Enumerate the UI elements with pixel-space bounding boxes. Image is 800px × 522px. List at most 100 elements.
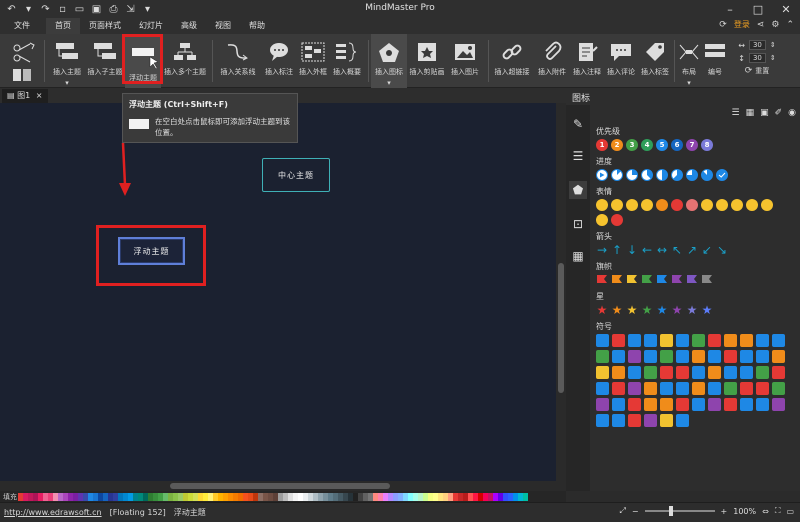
symbol-icon[interactable] bbox=[724, 382, 737, 395]
flag-icon[interactable] bbox=[611, 274, 623, 286]
fit-width-icon[interactable]: ⇔ bbox=[762, 507, 769, 516]
task-icon[interactable]: ⊡ bbox=[569, 215, 587, 233]
symbol-icon[interactable] bbox=[612, 366, 625, 379]
symbol-icon[interactable] bbox=[772, 334, 785, 347]
symbol-icon[interactable] bbox=[628, 334, 641, 347]
symbol-icon[interactable] bbox=[612, 398, 625, 411]
symbol-icon[interactable] bbox=[660, 382, 673, 395]
list-view-icon[interactable]: ☰ bbox=[731, 108, 739, 118]
symbol-icon[interactable] bbox=[740, 366, 753, 379]
progress-8-icon[interactable] bbox=[716, 169, 728, 181]
expression-icon[interactable] bbox=[701, 199, 713, 211]
priority-5-icon[interactable]: 5 bbox=[656, 139, 668, 151]
symbol-icon[interactable] bbox=[692, 334, 705, 347]
star-icon[interactable]: ★ bbox=[641, 303, 653, 317]
priority-6-icon[interactable]: 6 bbox=[671, 139, 683, 151]
star-icon[interactable]: ★ bbox=[656, 303, 668, 317]
symbol-icon[interactable] bbox=[756, 382, 769, 395]
symbol-icon[interactable] bbox=[660, 398, 673, 411]
arrow-icon[interactable]: ↙ bbox=[701, 243, 713, 257]
flag-icon[interactable] bbox=[671, 274, 683, 286]
symbol-icon[interactable] bbox=[692, 398, 705, 411]
symbol-icon[interactable] bbox=[628, 350, 641, 363]
star-icon[interactable]: ★ bbox=[701, 303, 713, 317]
zoom-slider-knob[interactable] bbox=[668, 506, 673, 516]
page-view-icon[interactable]: ▭ bbox=[786, 507, 794, 516]
progress-2-icon[interactable] bbox=[626, 169, 638, 181]
eye-icon[interactable]: ◉ bbox=[788, 108, 796, 118]
symbol-icon[interactable] bbox=[628, 398, 641, 411]
symbol-icon[interactable] bbox=[676, 366, 689, 379]
expression-icon[interactable] bbox=[761, 199, 773, 211]
symbol-icon[interactable] bbox=[756, 398, 769, 411]
symbol-icon[interactable] bbox=[692, 350, 705, 363]
flag-icon[interactable] bbox=[596, 274, 608, 286]
priority-1-icon[interactable]: 1 bbox=[596, 139, 608, 151]
symbol-icon[interactable] bbox=[612, 334, 625, 347]
symbol-icon[interactable] bbox=[644, 366, 657, 379]
symbol-icon[interactable] bbox=[676, 382, 689, 395]
expression-icon[interactable] bbox=[716, 199, 728, 211]
symbol-icon[interactable] bbox=[596, 382, 609, 395]
format-brush-icon[interactable]: ✎ bbox=[569, 115, 587, 133]
expression-icon[interactable] bbox=[596, 214, 608, 226]
arrow-icon[interactable]: ↓ bbox=[626, 243, 638, 257]
symbol-icon[interactable] bbox=[628, 366, 641, 379]
flag-icon[interactable] bbox=[656, 274, 668, 286]
zoom-out-button[interactable]: − bbox=[632, 507, 639, 516]
flag-icon[interactable] bbox=[701, 274, 713, 286]
symbol-icon[interactable] bbox=[740, 382, 753, 395]
flag-icon[interactable] bbox=[686, 274, 698, 286]
expression-icon[interactable] bbox=[686, 199, 698, 211]
symbol-icon[interactable] bbox=[628, 414, 641, 427]
expression-icon[interactable] bbox=[611, 214, 623, 226]
progress-4-icon[interactable] bbox=[656, 169, 668, 181]
star-icon[interactable]: ★ bbox=[671, 303, 683, 317]
symbol-icon[interactable] bbox=[596, 366, 609, 379]
symbol-icon[interactable] bbox=[660, 366, 673, 379]
progress-5-icon[interactable] bbox=[671, 169, 683, 181]
symbol-icon[interactable] bbox=[772, 366, 785, 379]
symbol-icon[interactable] bbox=[740, 334, 753, 347]
symbol-icon[interactable] bbox=[612, 350, 625, 363]
symbol-icon[interactable] bbox=[724, 350, 737, 363]
symbol-icon[interactable] bbox=[596, 398, 609, 411]
symbol-icon[interactable] bbox=[708, 350, 721, 363]
brush-icon[interactable]: ✐ bbox=[775, 108, 783, 118]
symbol-icon[interactable] bbox=[724, 334, 737, 347]
palette-swatch[interactable] bbox=[523, 492, 528, 501]
symbol-icon[interactable] bbox=[596, 334, 609, 347]
arrow-icon[interactable]: → bbox=[596, 243, 608, 257]
symbol-icon[interactable] bbox=[676, 334, 689, 347]
symbol-icon[interactable] bbox=[612, 414, 625, 427]
zoom-in-button[interactable]: + bbox=[721, 507, 728, 516]
symbol-icon[interactable] bbox=[692, 366, 705, 379]
symbol-icon[interactable] bbox=[724, 398, 737, 411]
zoom-slider[interactable] bbox=[644, 506, 715, 516]
expression-icon[interactable] bbox=[626, 199, 638, 211]
star-icon[interactable]: ★ bbox=[626, 303, 638, 317]
flag-icon[interactable] bbox=[626, 274, 638, 286]
symbol-icon[interactable] bbox=[676, 398, 689, 411]
symbol-icon[interactable] bbox=[596, 350, 609, 363]
expression-icon[interactable] bbox=[746, 199, 758, 211]
website-link[interactable]: http://www.edrawsoft.cn bbox=[4, 508, 102, 517]
grid-view-icon[interactable]: ▦ bbox=[746, 108, 755, 118]
priority-2-icon[interactable]: 2 bbox=[611, 139, 623, 151]
progress-6-icon[interactable] bbox=[686, 169, 698, 181]
progress-7-icon[interactable] bbox=[701, 169, 713, 181]
icon-tab-icon[interactable]: ⬟ bbox=[569, 181, 587, 199]
symbol-icon[interactable] bbox=[772, 382, 785, 395]
arrow-icon[interactable]: ← bbox=[641, 243, 653, 257]
priority-8-icon[interactable]: 8 bbox=[701, 139, 713, 151]
progress-0-icon[interactable] bbox=[596, 169, 608, 181]
expression-icon[interactable] bbox=[671, 199, 683, 211]
arrow-icon[interactable]: ↗ bbox=[686, 243, 698, 257]
symbol-icon[interactable] bbox=[644, 382, 657, 395]
symbol-icon[interactable] bbox=[708, 334, 721, 347]
symbol-icon[interactable] bbox=[708, 382, 721, 395]
expression-icon[interactable] bbox=[611, 199, 623, 211]
symbol-icon[interactable] bbox=[692, 382, 705, 395]
symbol-icon[interactable] bbox=[724, 366, 737, 379]
symbol-icon[interactable] bbox=[660, 414, 673, 427]
